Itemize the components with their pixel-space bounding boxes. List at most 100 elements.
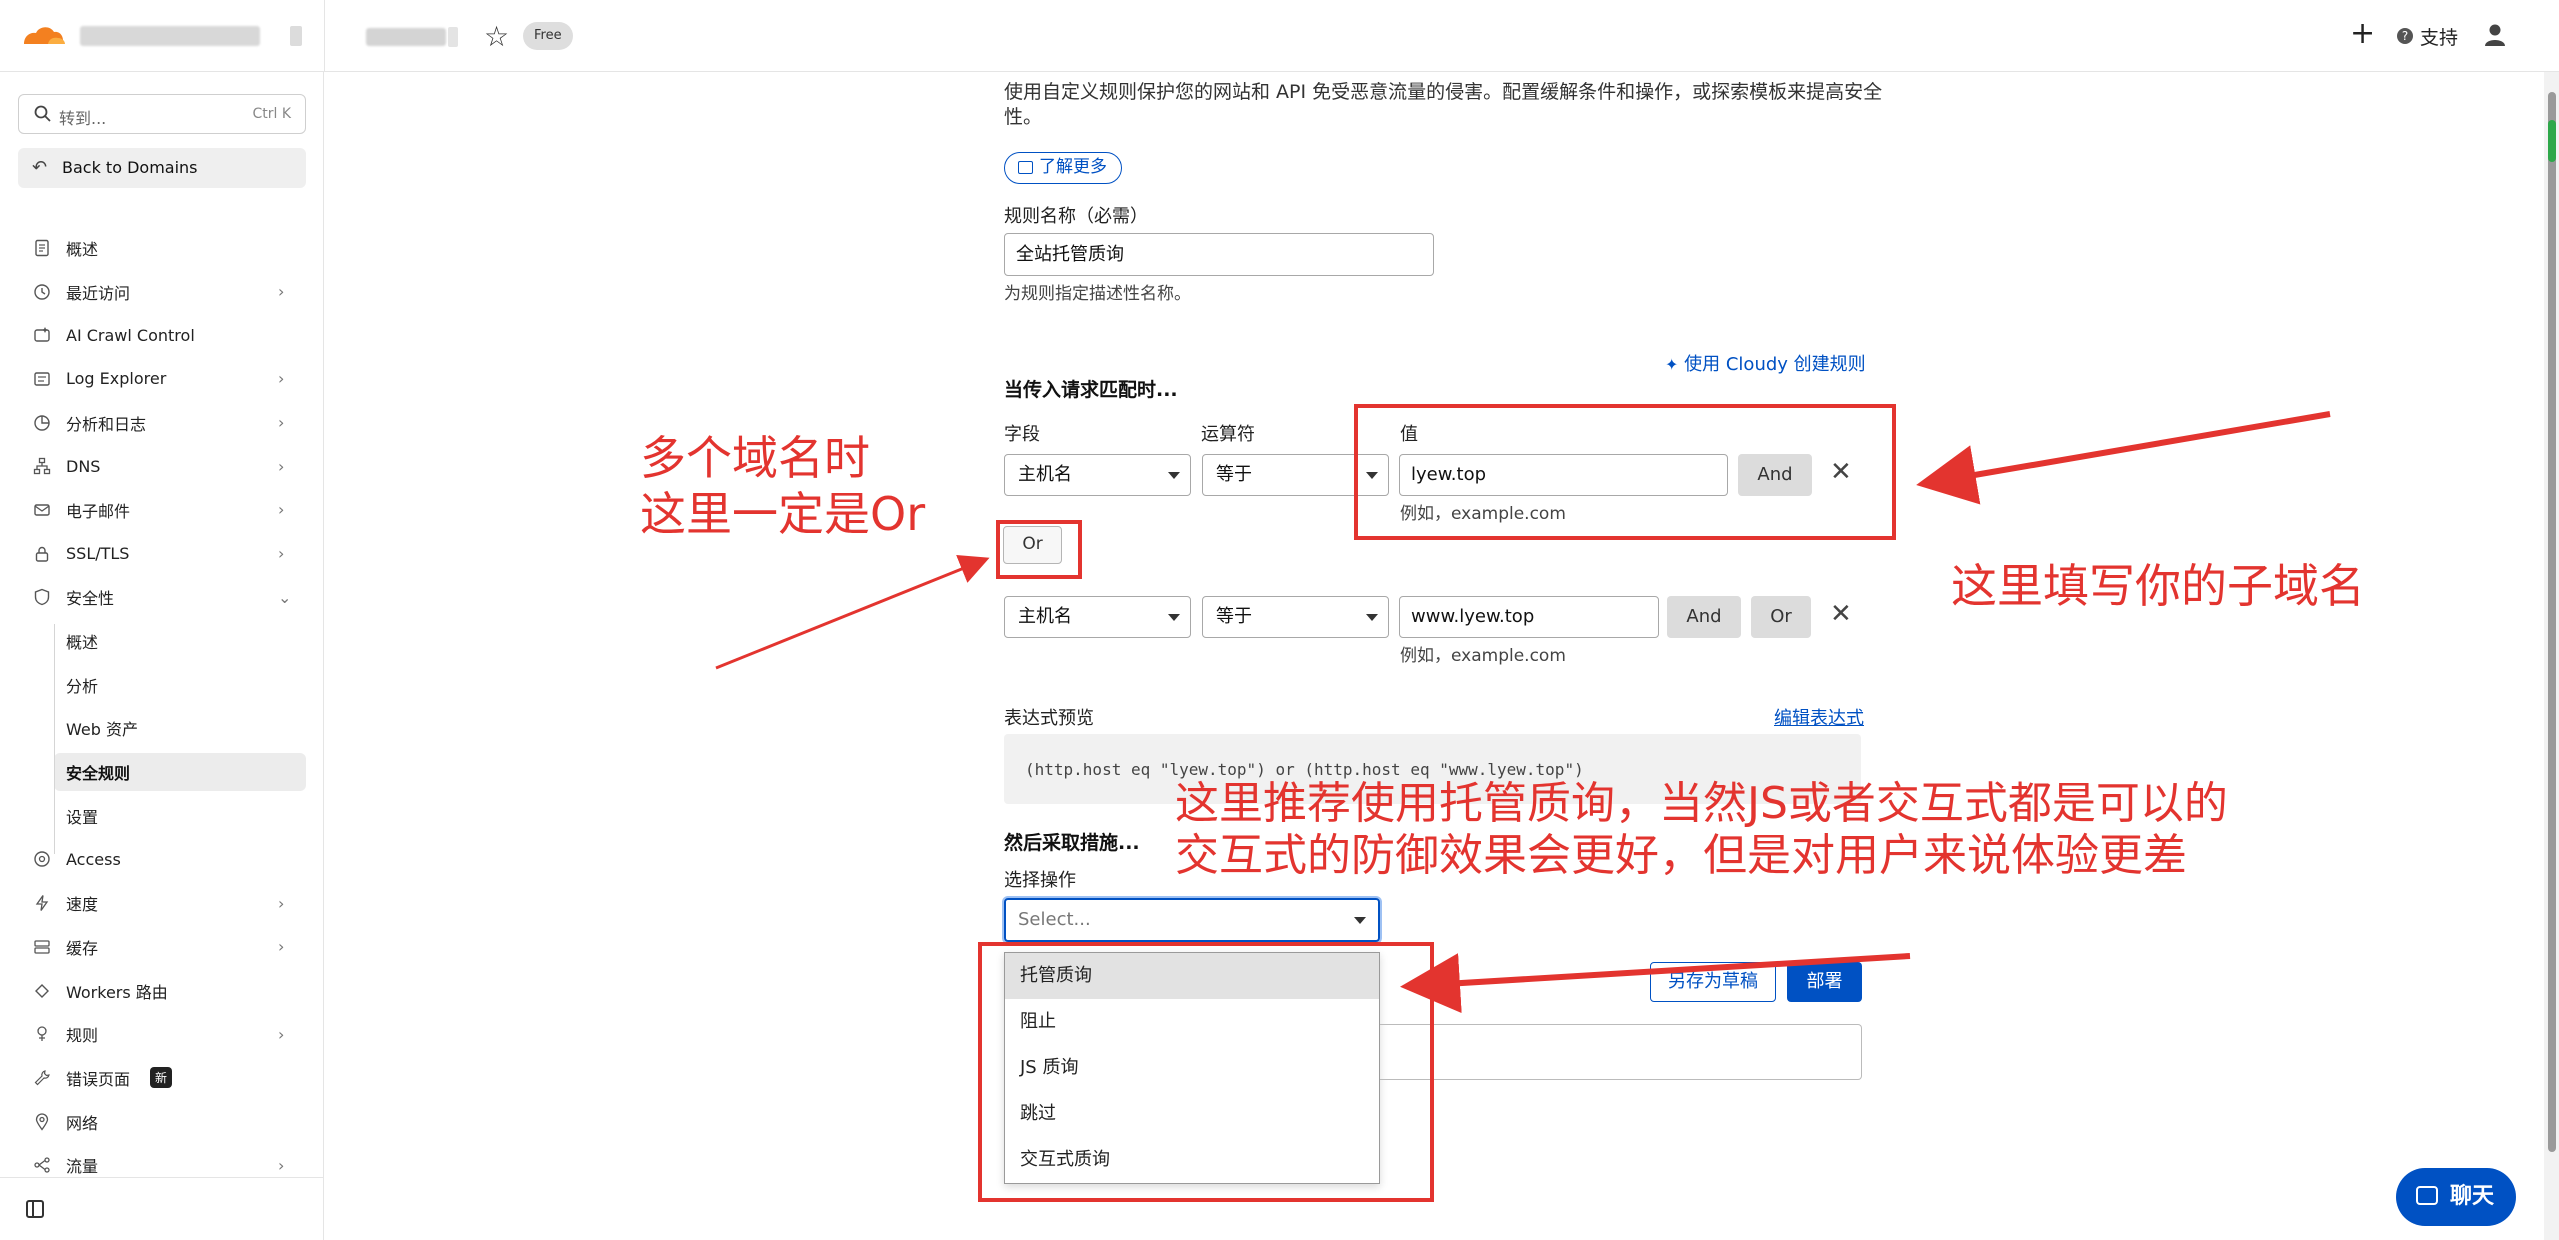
sidebar-item-label: Workers 路由 (66, 982, 168, 1002)
user-icon[interactable] (2480, 20, 2510, 50)
main-content: 使用自定义规则保护您的网站和 API 免受恶意流量的侵害。配置缓解条件和操作，或… (325, 72, 2535, 1240)
value-hint-row2: 例如，example.com (1400, 646, 1566, 666)
support-link[interactable]: 支持 (2420, 23, 2458, 50)
sparkle-icon: ✦ (1665, 355, 1679, 374)
mail-icon (34, 504, 50, 516)
dns-icon (33, 458, 51, 475)
sidebar-item-network[interactable]: 网络 (0, 1100, 324, 1144)
sidebar-item-ssl-tls[interactable]: SSL/TLS › (0, 532, 324, 576)
field-select-row1[interactable]: 主机名 (1004, 454, 1191, 496)
annotation-subdomain: 这里填写你的子域名 (1951, 559, 2365, 613)
action-option-managed-challenge[interactable]: 托管质询 (1005, 953, 1379, 999)
sidebar-item-cache[interactable]: 缓存 › (0, 925, 324, 969)
add-icon[interactable]: + (2350, 16, 2375, 51)
sidebar-item-access[interactable]: Access (0, 838, 324, 882)
action-option-block[interactable]: 阻止 (1005, 999, 1379, 1045)
sidebar-item-label: SSL/TLS (66, 544, 130, 564)
field-select-value: 主机名 (1018, 606, 1072, 627)
chat-label: 聊天 (2449, 1184, 2494, 1209)
value-input-row1[interactable]: lyew.top (1399, 454, 1728, 496)
sidebar-subitem-security-rules[interactable]: 安全规则 (0, 750, 324, 794)
action-dropdown-menu: 托管质询 阻止 JS 质询 跳过 交互式质询 (1004, 952, 1380, 1184)
caret-down-icon (1168, 472, 1180, 479)
or-toggle-button[interactable]: Or (1003, 526, 1062, 564)
hidden-field-box (1380, 1024, 1862, 1080)
rule-name-help: 为规则指定描述性名称。 (1004, 284, 1191, 304)
action-select[interactable]: Select... (1004, 898, 1380, 942)
value-hint-row1: 例如，example.com (1400, 504, 1566, 524)
and-button-row1[interactable]: And (1738, 454, 1812, 496)
and-button-row2[interactable]: And (1667, 596, 1741, 638)
shield-icon (34, 589, 50, 606)
back-to-domains-button[interactable]: ↶ Back to Domains (18, 148, 306, 188)
sidebar-item-workers-routes[interactable]: Workers 路由 (0, 969, 324, 1013)
cloudflare-logo-icon[interactable] (18, 22, 68, 48)
save-as-draft-button[interactable]: 另存为草稿 (1650, 962, 1776, 1002)
collapse-sidebar-icon[interactable] (26, 1200, 44, 1218)
operator-select-row2[interactable]: 等于 (1202, 596, 1389, 638)
scrollbar-thumb[interactable] (2548, 92, 2556, 1152)
action-option-js-challenge[interactable]: JS 质询 (1005, 1045, 1379, 1091)
then-heading: 然后采取措施... (1004, 832, 1140, 854)
clock-icon (34, 283, 50, 300)
chevron-right-icon: › (278, 413, 285, 433)
sidebar-item-log-explorer[interactable]: Log Explorer › (0, 357, 324, 401)
sidebar-subitem-security-overview[interactable]: 概述 (0, 619, 324, 663)
expression-preview-text: (http.host eq "lyew.top") or (http.host … (1025, 760, 1584, 779)
sidebar-subitem-security-analytics[interactable]: 分析 (0, 663, 324, 707)
zone-name-redacted[interactable] (366, 28, 446, 46)
document-icon (35, 239, 49, 257)
sidebar-item-email[interactable]: 电子邮件 › (0, 488, 324, 532)
chevron-right-icon: › (278, 937, 285, 957)
sidebar-item-recent[interactable]: 最近访问 › (0, 270, 324, 314)
field-select-value: 主机名 (1018, 464, 1072, 485)
operator-select-row1[interactable]: 等于 (1202, 454, 1389, 496)
field-select-row2[interactable]: 主机名 (1004, 596, 1191, 638)
edit-expression-link[interactable]: 编辑表达式 (1774, 704, 1864, 730)
remove-row1-icon[interactable]: ✕ (1830, 457, 1852, 487)
sidebar-subitem-web-assets[interactable]: Web 资产 (0, 707, 324, 751)
sidebar-item-label: AI Crawl Control (66, 325, 195, 345)
sidebar-item-speed[interactable]: 速度 › (0, 881, 324, 925)
chat-button[interactable]: 聊天 (2396, 1168, 2516, 1226)
value-input-row2[interactable]: www.lyew.top (1399, 596, 1659, 638)
action-option-skip[interactable]: 跳过 (1005, 1091, 1379, 1137)
annotation-line: 这里一定是Or (640, 487, 926, 541)
help-icon[interactable]: ? (2397, 28, 2413, 44)
action-option-interactive-challenge[interactable]: 交互式质询 (1005, 1137, 1379, 1183)
workers-icon (35, 983, 49, 998)
sidebar-item-label: Log Explorer (66, 369, 167, 389)
caret-down-icon (1366, 472, 1378, 479)
sidebar-item-label: 网络 (66, 1113, 99, 1133)
zone-switcher-icon[interactable] (448, 27, 458, 47)
learn-more-link[interactable]: 了解更多 (1004, 152, 1122, 184)
rules-icon (37, 1026, 47, 1042)
sidebar-item-label: 分析和日志 (66, 414, 147, 434)
account-name-redacted[interactable] (80, 26, 260, 46)
star-icon[interactable]: ☆ (484, 20, 509, 53)
remove-row2-icon[interactable]: ✕ (1830, 599, 1852, 629)
or-button-row2[interactable]: Or (1751, 596, 1811, 638)
cloudy-create-rule-link[interactable]: ✦ 使用 Cloudy 创建规则 (1665, 350, 1866, 376)
sidebar-item-overview[interactable]: 概述 (0, 226, 324, 270)
annotation-line: 多个域名时 (640, 431, 870, 485)
chevron-right-icon: › (278, 282, 285, 302)
goto-search-input[interactable]: 转到... Ctrl K (18, 94, 306, 134)
sidebar-item-label: Web 资产 (66, 720, 138, 740)
sidebar-item-dns[interactable]: DNS › (0, 444, 324, 488)
sidebar-item-ai-crawl-control[interactable]: AI Crawl Control (0, 313, 324, 357)
search-icon (34, 105, 51, 122)
account-switcher-icon[interactable] (290, 26, 302, 46)
sidebar-item-security[interactable]: 安全性 ⌄ (0, 576, 324, 620)
sidebar-item-analytics[interactable]: 分析和日志 › (0, 401, 324, 445)
new-badge: 新 (150, 1067, 173, 1089)
bolt-icon (35, 895, 49, 912)
sidebar-subitem-settings[interactable]: 设置 (0, 794, 324, 838)
deploy-button[interactable]: 部署 (1787, 962, 1862, 1002)
sidebar-item-rules[interactable]: 规则 › (0, 1012, 324, 1056)
annotation-line: 这里推荐使用托管质询，当然JS或者交互式都是可以的 (1175, 778, 2228, 829)
sidebar-item-error-pages[interactable]: 错误页面 新 (0, 1056, 324, 1100)
sidebar-item-label: Access (66, 849, 121, 869)
annotation-multi-domain: 多个域名时 这里一定是Or (640, 430, 925, 542)
rule-name-input[interactable]: 全站托管质询 (1004, 233, 1434, 276)
